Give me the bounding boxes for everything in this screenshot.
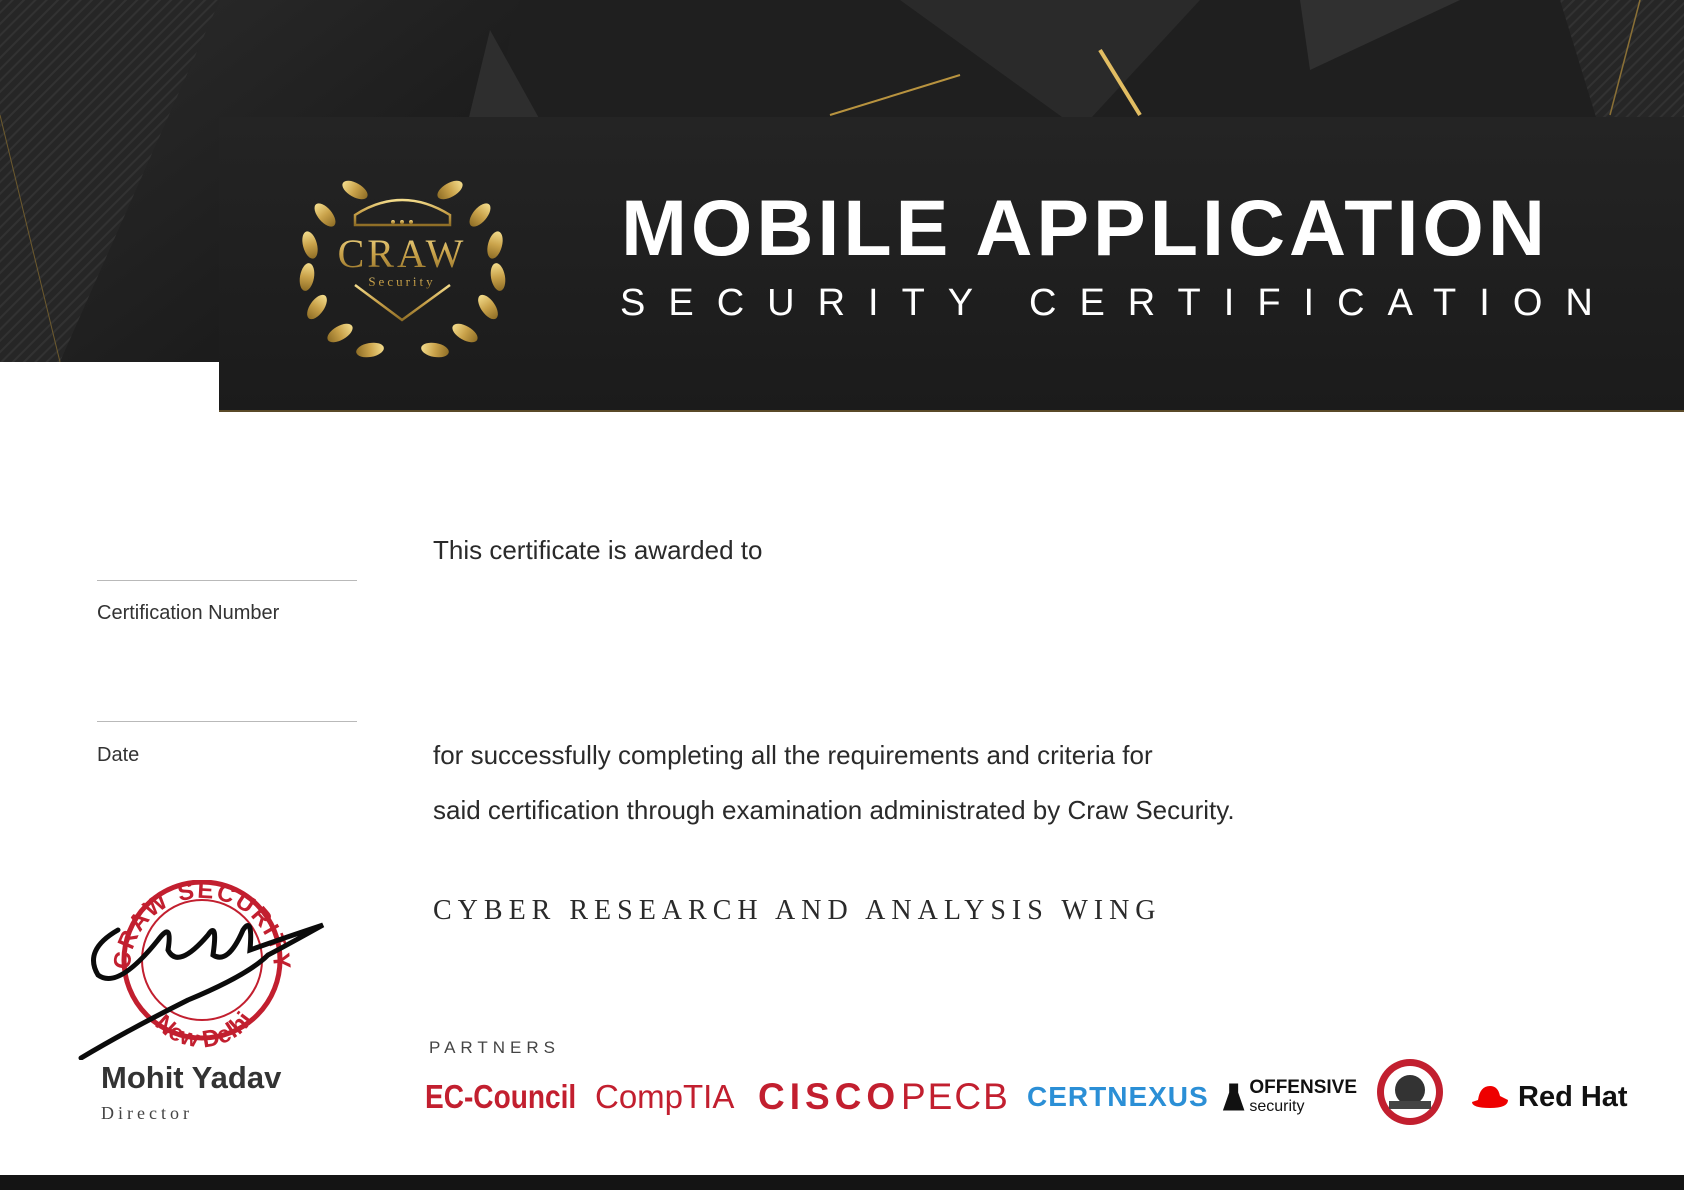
signer-role: Director <box>101 1103 193 1123</box>
comptia-logo: CompTIA <box>595 1078 735 1115</box>
offensive-text: OFFENSIVE <box>1249 1077 1357 1098</box>
certification-seal-logo <box>1375 1059 1445 1125</box>
flask-icon <box>1222 1083 1245 1111</box>
logo-subtext: Security <box>368 274 435 289</box>
awarded-to-text: This certificate is awarded to <box>433 535 763 565</box>
certification-seal-icon <box>1377 1059 1443 1125</box>
decorative-footer-strip <box>0 1175 1684 1190</box>
svg-text:New Delhi: New Delhi <box>150 1007 258 1053</box>
redhat-text: Red Hat <box>1518 1080 1628 1113</box>
redhat-icon <box>1472 1086 1508 1108</box>
certificate-title: MOBILE APPLICATION <box>621 183 1549 272</box>
redhat-logo: Red Hat <box>1470 1072 1628 1122</box>
signer-name: Mohit Yadav <box>101 1060 282 1095</box>
ec-council-logo: EC-Council <box>425 1078 577 1115</box>
date-label: Date <box>97 744 140 766</box>
logo-text: CRAW <box>338 231 467 276</box>
date-line <box>97 721 357 722</box>
certification-number-line <box>97 580 357 581</box>
partner-logos: EC-Council CompTIA CISCO PECB CERTNEXUS … <box>425 1059 1645 1125</box>
craw-security-logo: CRAW Security <box>299 180 506 358</box>
partners-label: PARTNERS <box>429 1038 561 1057</box>
completion-text-line-2: said certification through examination a… <box>433 795 1235 825</box>
certnexus-logo: CERTNEXUS <box>1027 1081 1209 1112</box>
certificate-subtitle: SECURITY CERTIFICATION <box>620 282 1616 324</box>
cyber-research-wing-text: CYBER RESEARCH AND ANALYSIS WING <box>433 895 1162 926</box>
official-stamp-and-signature: CRAW SECURITY New Delhi <box>78 880 325 1060</box>
security-text: security <box>1249 1098 1305 1115</box>
certification-number-label: Certification Number <box>97 602 280 624</box>
stamp-city: New Delhi <box>150 1007 258 1053</box>
completion-text-line-1: for successfully completing all the requ… <box>433 740 1153 770</box>
offensive-security-logo: OFFENSIVE security <box>1222 1072 1357 1122</box>
cisco-logo: CISCO <box>758 1076 901 1117</box>
pecb-logo: PECB <box>901 1076 1010 1117</box>
